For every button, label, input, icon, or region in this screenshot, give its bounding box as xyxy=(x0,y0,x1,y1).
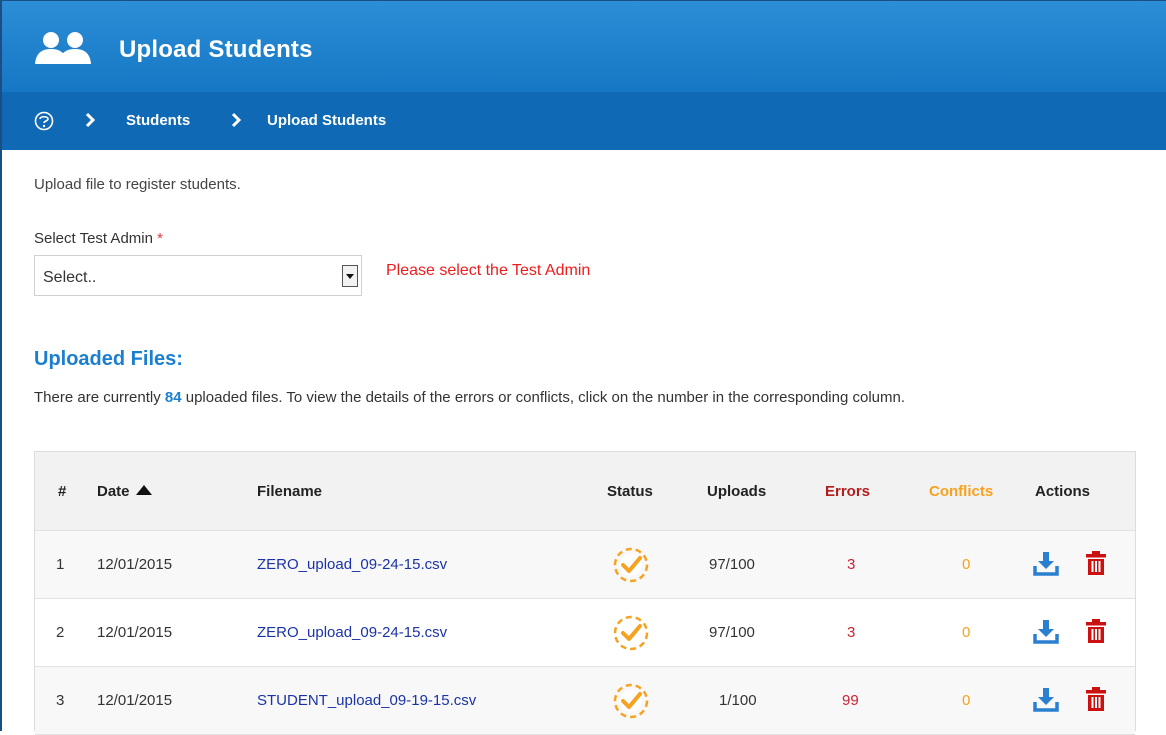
uploaded-files-table: # Date Filename Status Uploads Errors Co… xyxy=(34,451,1136,735)
table-header: # Date Filename Status Uploads Errors Co… xyxy=(35,452,1135,531)
desc-suffix: uploaded files. To view the details of t… xyxy=(185,389,906,406)
row-uploads: 97/100 xyxy=(709,556,755,573)
row-errors[interactable]: 3 xyxy=(847,556,855,573)
check-badge-icon xyxy=(611,682,651,725)
row-filename[interactable]: STUDENT_upload_09-19-15.csv xyxy=(257,692,476,709)
table-row: 1 12/01/2015 ZERO_upload_09-24-15.csv 97… xyxy=(35,531,1135,599)
col-date-label: Date xyxy=(97,483,130,500)
table-row: 3 12/01/2015 STUDENT_upload_09-19-15.csv… xyxy=(35,667,1135,735)
row-conflicts[interactable]: 0 xyxy=(962,692,970,709)
col-actions: Actions xyxy=(1035,483,1091,500)
breadcrumb: Students Upload Students xyxy=(2,92,1166,150)
row-number: 3 xyxy=(56,692,65,709)
row-conflicts[interactable]: 0 xyxy=(962,556,970,573)
trash-icon[interactable] xyxy=(1085,686,1107,717)
intro-text: Upload file to register students. xyxy=(34,176,241,193)
test-admin-label: Select Test Admin * xyxy=(34,230,163,247)
check-badge-icon xyxy=(611,546,651,589)
chevron-right-icon xyxy=(84,112,96,133)
page-title: Upload Students xyxy=(119,36,313,63)
row-number: 2 xyxy=(56,624,65,641)
breadcrumb-students[interactable]: Students xyxy=(126,112,190,129)
download-icon[interactable] xyxy=(1033,686,1059,717)
uploaded-files-title: Uploaded Files: xyxy=(34,348,183,370)
row-errors[interactable]: 99 xyxy=(842,692,859,709)
sort-ascending-icon xyxy=(135,485,152,495)
check-badge-icon xyxy=(611,614,651,657)
users-icon xyxy=(34,31,94,70)
test-admin-label-text: Select Test Admin xyxy=(34,230,153,247)
chevron-right-icon xyxy=(230,112,242,133)
row-filename[interactable]: ZERO_upload_09-24-15.csv xyxy=(257,556,447,573)
desc-prefix: There are currently xyxy=(34,389,161,406)
row-date: 12/01/2015 xyxy=(97,692,173,709)
row-date: 12/01/2015 xyxy=(97,556,173,573)
info-circle-icon[interactable] xyxy=(34,111,54,136)
download-icon[interactable] xyxy=(1033,618,1059,649)
required-mark: * xyxy=(157,230,163,247)
row-conflicts[interactable]: 0 xyxy=(962,624,970,641)
col-number: # xyxy=(58,483,67,500)
col-status[interactable]: Status xyxy=(607,483,653,500)
row-errors[interactable]: 3 xyxy=(847,624,855,641)
row-uploads: 97/100 xyxy=(709,624,755,641)
row-number: 1 xyxy=(56,556,65,573)
col-errors[interactable]: Errors xyxy=(825,483,870,500)
trash-icon[interactable] xyxy=(1085,618,1107,649)
validation-error: Please select the Test Admin xyxy=(386,262,591,279)
col-filename[interactable]: Filename xyxy=(257,483,322,500)
col-conflicts[interactable]: Conflicts xyxy=(929,483,993,500)
uploaded-files-description: There are currently 84 uploaded files. T… xyxy=(34,388,1134,408)
row-filename[interactable]: ZERO_upload_09-24-15.csv xyxy=(257,624,447,641)
test-admin-select[interactable]: Select.. xyxy=(34,255,362,296)
uploaded-count: 84 xyxy=(164,389,182,406)
row-date: 12/01/2015 xyxy=(97,624,173,641)
title-bar: Upload Students xyxy=(2,1,1166,92)
download-icon[interactable] xyxy=(1033,550,1059,581)
trash-icon[interactable] xyxy=(1085,550,1107,581)
test-admin-select-value: Select.. xyxy=(43,269,97,286)
chevron-down-icon[interactable] xyxy=(342,265,358,287)
row-uploads: 1/100 xyxy=(719,692,757,709)
breadcrumb-upload-students[interactable]: Upload Students xyxy=(267,112,386,129)
col-date[interactable]: Date xyxy=(97,483,152,500)
table-row: 2 12/01/2015 ZERO_upload_09-24-15.csv 97… xyxy=(35,599,1135,667)
col-uploads[interactable]: Uploads xyxy=(707,483,766,500)
